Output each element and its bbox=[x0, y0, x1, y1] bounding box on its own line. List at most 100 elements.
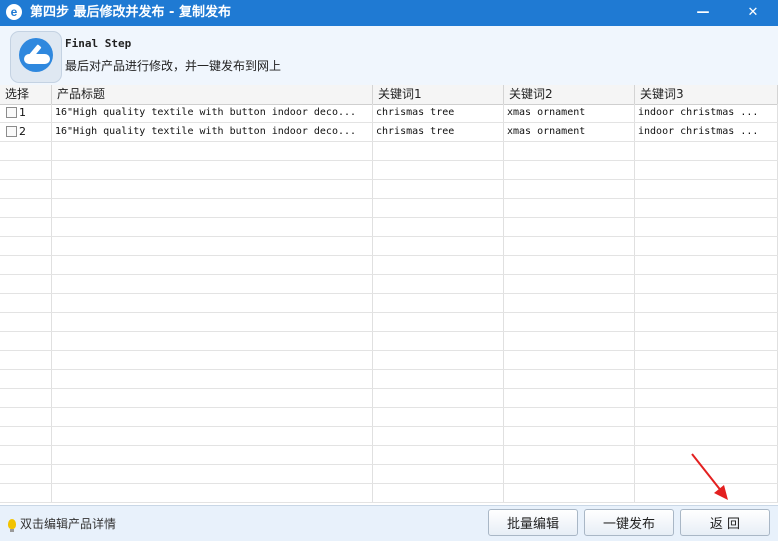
window-titlebar: e 第四步 最后修改并发布 - 复制发布 — ✕ bbox=[0, 0, 778, 26]
empty-cell bbox=[635, 408, 778, 426]
empty-cell bbox=[52, 218, 373, 236]
empty-cell bbox=[52, 351, 373, 369]
empty-cell bbox=[504, 408, 635, 426]
back-button[interactable]: 返 回 bbox=[680, 509, 770, 536]
empty-cell bbox=[373, 180, 504, 198]
empty-cell bbox=[373, 408, 504, 426]
empty-cell bbox=[0, 351, 52, 369]
empty-cell bbox=[635, 465, 778, 483]
keyword2-cell[interactable]: xmas ornament bbox=[504, 104, 635, 122]
empty-cell bbox=[52, 389, 373, 407]
window-title: 第四步 最后修改并发布 - 复制发布 bbox=[30, 5, 231, 20]
column-header-keyword1[interactable]: 关键词1 bbox=[373, 85, 504, 104]
empty-row bbox=[0, 389, 778, 408]
empty-row bbox=[0, 332, 778, 351]
product-title-cell[interactable]: 16"High quality textile with button indo… bbox=[52, 123, 373, 141]
empty-cell bbox=[52, 313, 373, 331]
empty-cell bbox=[373, 465, 504, 483]
keyword1-cell[interactable]: chrismas tree bbox=[373, 104, 504, 122]
keyword2-cell[interactable]: xmas ornament bbox=[504, 123, 635, 141]
empty-cell bbox=[0, 465, 52, 483]
empty-row bbox=[0, 484, 778, 503]
one-click-publish-button[interactable]: 一键发布 bbox=[584, 509, 674, 536]
empty-row bbox=[0, 199, 778, 218]
empty-row bbox=[0, 218, 778, 237]
empty-row bbox=[0, 370, 778, 389]
empty-cell bbox=[52, 332, 373, 350]
empty-cell bbox=[52, 180, 373, 198]
hint-text: 双击编辑产品详情 bbox=[8, 515, 116, 532]
column-header-select[interactable]: 选择 bbox=[0, 85, 52, 104]
empty-cell bbox=[373, 237, 504, 255]
empty-cell bbox=[504, 218, 635, 236]
empty-cell bbox=[52, 237, 373, 255]
empty-cell bbox=[373, 446, 504, 464]
empty-cell bbox=[635, 294, 778, 312]
empty-cell bbox=[373, 256, 504, 274]
empty-cell bbox=[635, 275, 778, 293]
empty-cell bbox=[0, 142, 52, 160]
product-grid: 选择 产品标题 关键词1 关键词2 关键词3 1 16"High quality… bbox=[0, 85, 778, 505]
step-description: 最后对产品进行修改，并一键发布到网上 bbox=[65, 59, 282, 73]
keyword3-cell[interactable]: indoor christmas ... bbox=[635, 123, 778, 141]
empty-cell bbox=[0, 256, 52, 274]
empty-cell bbox=[504, 332, 635, 350]
footer-bar: 双击编辑产品详情 批量编辑 一键发布 返 回 bbox=[0, 505, 778, 541]
empty-cell bbox=[373, 370, 504, 388]
row-checkbox[interactable] bbox=[6, 125, 17, 137]
empty-cell bbox=[504, 199, 635, 217]
empty-cell bbox=[635, 389, 778, 407]
empty-cell bbox=[504, 256, 635, 274]
empty-cell bbox=[52, 465, 373, 483]
empty-cell bbox=[373, 199, 504, 217]
empty-cell bbox=[52, 142, 373, 160]
lightbulb-icon bbox=[8, 519, 16, 532]
empty-cell bbox=[635, 332, 778, 350]
empty-cell bbox=[0, 313, 52, 331]
empty-cell bbox=[504, 142, 635, 160]
empty-row bbox=[0, 446, 778, 465]
empty-cell bbox=[0, 389, 52, 407]
row-checkbox[interactable] bbox=[6, 106, 17, 118]
empty-cell bbox=[0, 370, 52, 388]
keyword1-cell[interactable]: chrismas tree bbox=[373, 123, 504, 141]
empty-cell bbox=[52, 161, 373, 179]
table-row[interactable]: 1 16"High quality textile with button in… bbox=[0, 104, 778, 123]
column-header-title[interactable]: 产品标题 bbox=[52, 85, 373, 104]
empty-cell bbox=[635, 313, 778, 331]
empty-row bbox=[0, 142, 778, 161]
empty-cell bbox=[0, 275, 52, 293]
empty-cell bbox=[52, 484, 373, 502]
empty-cell bbox=[635, 237, 778, 255]
empty-cell bbox=[504, 294, 635, 312]
empty-cell bbox=[504, 161, 635, 179]
table-row[interactable]: 2 16"High quality textile with button in… bbox=[0, 123, 778, 142]
close-button[interactable]: ✕ bbox=[740, 1, 766, 23]
minimize-button[interactable]: — bbox=[690, 1, 716, 23]
row-index: 2 bbox=[19, 125, 26, 138]
empty-row bbox=[0, 237, 778, 256]
empty-cell bbox=[373, 161, 504, 179]
empty-cell bbox=[504, 389, 635, 407]
empty-cell bbox=[635, 199, 778, 217]
product-title-cell[interactable]: 16"High quality textile with button indo… bbox=[52, 104, 373, 122]
empty-cell bbox=[0, 332, 52, 350]
column-header-keyword3[interactable]: 关键词3 bbox=[635, 85, 778, 104]
empty-row bbox=[0, 408, 778, 427]
empty-cell bbox=[635, 218, 778, 236]
keyword3-cell[interactable]: indoor christmas ... bbox=[635, 104, 778, 122]
empty-cell bbox=[52, 275, 373, 293]
empty-cell bbox=[635, 161, 778, 179]
empty-row bbox=[0, 180, 778, 199]
empty-row bbox=[0, 313, 778, 332]
row-select-cell[interactable]: 2 bbox=[0, 123, 52, 141]
empty-cell bbox=[373, 427, 504, 445]
row-index: 1 bbox=[19, 106, 26, 119]
batch-edit-button[interactable]: 批量编辑 bbox=[488, 509, 578, 536]
empty-cell bbox=[0, 161, 52, 179]
empty-cell bbox=[0, 484, 52, 502]
column-header-keyword2[interactable]: 关键词2 bbox=[504, 85, 635, 104]
row-select-cell[interactable]: 1 bbox=[0, 104, 52, 122]
empty-row bbox=[0, 161, 778, 180]
empty-cell bbox=[52, 256, 373, 274]
